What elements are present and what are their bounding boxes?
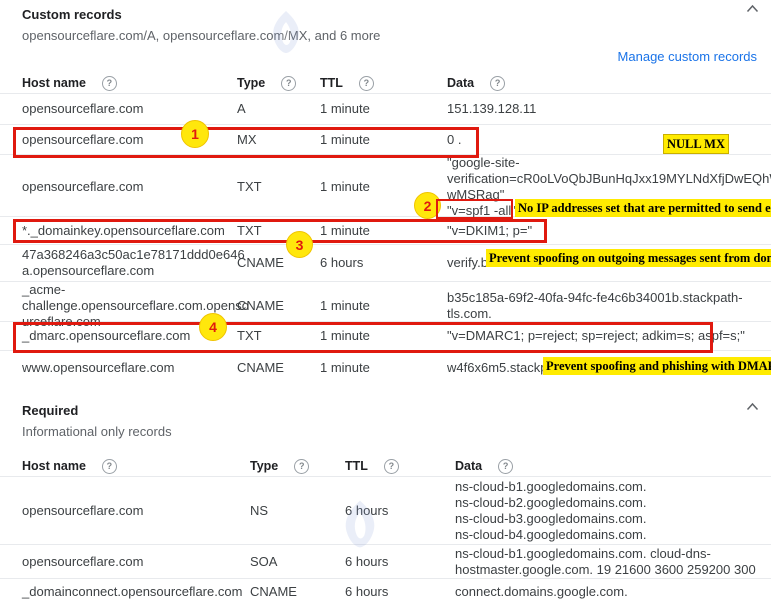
help-icon[interactable]: ?: [490, 76, 505, 91]
annotation-box-dkim-row: [13, 219, 547, 243]
type-cell: CNAME: [237, 360, 320, 376]
required-records-table: Host name? Type? TTL? Data? opensourcefl…: [0, 456, 771, 600]
data-cell: ns-cloud-b1.googledomains.com. ns-cloud-…: [455, 479, 765, 543]
help-icon[interactable]: ?: [498, 459, 513, 474]
custom-records-header: Custom records opensourceflare.com/A, op…: [0, 0, 771, 44]
host-cell: _domainconnect.opensourceflare.com: [22, 584, 250, 600]
table-row: opensourceflare.com A 1 minute 151.139.1…: [0, 94, 771, 125]
help-icon[interactable]: ?: [102, 459, 117, 474]
annotation-box-mx-row: [13, 127, 479, 158]
table-row: _acme- challenge.opensourceflare.com.ope…: [0, 282, 771, 322]
manage-custom-records-link[interactable]: Manage custom records: [618, 49, 757, 64]
host-cell: opensourceflare.com: [22, 554, 250, 570]
host-cell: opensourceflare.com: [22, 503, 250, 519]
chevron-up-icon: [746, 402, 759, 411]
type-cell: CNAME: [250, 584, 345, 600]
col-type: Type: [250, 459, 278, 473]
col-host-name: Host name: [22, 459, 86, 473]
chevron-up-icon: [746, 4, 759, 13]
host-cell: www.opensourceflare.com: [22, 360, 237, 376]
annotation-badge-3: 3: [286, 231, 313, 258]
col-data: Data: [447, 76, 474, 90]
annotation-badge-1: 1: [181, 120, 209, 148]
annotation-note-dmarc: Prevent spoofing and phishing with DMARC: [543, 357, 771, 375]
section-subtitle: opensourceflare.com/A, opensourceflare.c…: [22, 27, 771, 44]
host-cell: opensourceflare.com: [22, 179, 237, 195]
type-cell: A: [237, 101, 320, 117]
ttl-cell: 1 minute: [320, 298, 447, 314]
col-ttl: TTL: [345, 459, 368, 473]
help-icon[interactable]: ?: [294, 459, 309, 474]
annotation-note-spf: No IP addresses set that are permitted t…: [515, 199, 771, 217]
help-icon[interactable]: ?: [102, 76, 117, 91]
type-cell: SOA: [250, 554, 345, 570]
ttl-cell: 6 hours: [345, 554, 455, 570]
col-type: Type: [237, 76, 265, 90]
collapse-section-button[interactable]: [746, 402, 759, 411]
section-title: Custom records: [22, 7, 771, 23]
section-subtitle: Informational only records: [22, 423, 771, 440]
type-cell: NS: [250, 503, 345, 519]
ttl-cell: 6 hours: [345, 503, 455, 519]
help-icon[interactable]: ?: [281, 76, 296, 91]
data-cell: ns-cloud-b1.googledomains.com. cloud-dns…: [455, 546, 765, 578]
col-ttl: TTL: [320, 76, 343, 90]
host-cell: opensourceflare.com: [22, 101, 237, 117]
ttl-cell: 6 hours: [320, 255, 447, 271]
annotation-note-dkim: Prevent spoofing on outgoing messages se…: [486, 249, 771, 267]
help-icon[interactable]: ?: [359, 76, 374, 91]
type-cell: CNAME: [237, 255, 320, 271]
data-cell: b35c185a-69f2-40fa-94fc-fe4c6b34001b.sta…: [447, 290, 765, 322]
annotation-note-null-mx: NULL MX: [663, 134, 729, 154]
data-cell: 151.139.128.11: [447, 101, 765, 117]
table-row: opensourceflare.com SOA 6 hours ns-cloud…: [0, 545, 771, 579]
help-icon[interactable]: ?: [384, 459, 399, 474]
dns-records-page: Custom records opensourceflare.com/A, op…: [0, 0, 771, 600]
required-records-header: Required Informational only records: [0, 396, 771, 440]
annotation-badge-4: 4: [199, 313, 227, 341]
table-row: opensourceflare.com NS 6 hours ns-cloud-…: [0, 477, 771, 545]
table-header-row: Host name? Type? TTL? Data?: [0, 456, 771, 477]
ttl-cell: 1 minute: [320, 360, 447, 376]
ttl-cell: 6 hours: [345, 584, 455, 600]
host-cell: 47a368246a3c50ac1e78171ddd0e646 a.openso…: [22, 247, 237, 279]
type-cell: TXT: [237, 179, 320, 195]
table-row: _domainconnect.opensourceflare.com CNAME…: [0, 579, 771, 600]
data-cell: connect.domains.google.com.: [455, 584, 765, 600]
type-cell: CNAME: [237, 298, 320, 314]
collapse-section-button[interactable]: [746, 4, 759, 13]
section-title: Required: [22, 403, 771, 419]
ttl-cell: 1 minute: [320, 101, 447, 117]
table-header-row: Host name? Type? TTL? Data?: [0, 73, 771, 94]
annotation-box-spf: [436, 199, 513, 219]
col-data: Data: [455, 459, 482, 473]
col-host-name: Host name: [22, 76, 86, 90]
annotation-box-dmarc-row: [13, 322, 713, 353]
